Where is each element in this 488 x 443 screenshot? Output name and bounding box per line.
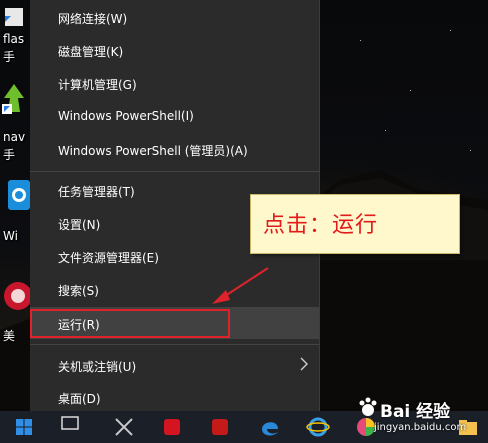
menu-item-powershell-admin[interactable]: Windows PowerShell (管理员)(A) bbox=[30, 133, 319, 165]
menu-item-label: 计算机管理(G) bbox=[58, 78, 137, 92]
menu-item-label: 网络连接(W) bbox=[58, 12, 128, 26]
wi-app-icon bbox=[8, 180, 30, 210]
menu-item-desktop[interactable]: 桌面(D) bbox=[30, 381, 319, 413]
menu-separator bbox=[30, 171, 319, 172]
menu-item-label: 设置(N) bbox=[58, 218, 101, 232]
desktop-icon-label: 美 bbox=[3, 329, 16, 343]
windows-start-icon[interactable] bbox=[12, 415, 36, 439]
task-view-icon[interactable] bbox=[58, 415, 82, 439]
desktop-icon-label: flas bbox=[3, 32, 25, 46]
menu-item-label: 搜索(S) bbox=[58, 284, 99, 298]
ie-icon[interactable] bbox=[306, 415, 330, 439]
baidu-jingyan-watermark: Bai 经验 jingyan.baidu.com bbox=[358, 396, 488, 443]
menu-item-computer-management[interactable]: 计算机管理(G) bbox=[30, 67, 319, 99]
media-app-icon[interactable] bbox=[208, 415, 232, 439]
menu-item-label: Windows PowerShell(I) bbox=[58, 109, 194, 123]
desktop-icon-mei[interactable]: 美 bbox=[0, 276, 30, 346]
desktop-icon-nav[interactable]: nav 手 bbox=[0, 80, 30, 162]
watermark-url: jingyan.baidu.com bbox=[374, 422, 467, 433]
desktop-icon-sublabel: 手 bbox=[3, 50, 16, 64]
desktop-icon-sublabel: 手 bbox=[3, 148, 16, 162]
menu-separator bbox=[30, 344, 319, 345]
menu-item-label: 关机或注销(U) bbox=[58, 360, 137, 374]
desktop-icon-flash[interactable]: flas 手 bbox=[0, 0, 30, 64]
callout-text: 点击：运行 bbox=[263, 213, 379, 238]
menu-item-label: 任务管理器(T) bbox=[58, 185, 135, 199]
desktop-icon-wi[interactable]: Wi bbox=[0, 176, 30, 246]
menu-item-search[interactable]: 搜索(S) bbox=[30, 273, 319, 305]
menu-item-label: 文件资源管理器(E) bbox=[58, 251, 159, 265]
flash-app-icon bbox=[5, 8, 23, 26]
nav-app-icon bbox=[2, 84, 24, 114]
menu-item-disk-management[interactable]: 磁盘管理(K) bbox=[30, 34, 319, 66]
mei-app-icon bbox=[4, 282, 30, 310]
annotation-callout: 点击：运行 bbox=[250, 194, 460, 254]
edge-icon[interactable] bbox=[258, 415, 282, 439]
watermark-brand: Bai 经验 bbox=[380, 402, 451, 422]
menu-item-powershell[interactable]: Windows PowerShell(I) bbox=[30, 100, 319, 132]
desktop-icon-label: Wi bbox=[3, 229, 18, 243]
menu-item-label: Windows PowerShell (管理员)(A) bbox=[58, 144, 248, 158]
menu-item-network-connections[interactable]: 网络连接(W) bbox=[30, 1, 319, 33]
run-highlight-box bbox=[30, 309, 230, 338]
desktop-icon-label: nav bbox=[3, 130, 26, 144]
chevron-right-icon bbox=[300, 357, 308, 371]
menu-item-label: 磁盘管理(K) bbox=[58, 45, 124, 59]
menu-item-label: 桌面(D) bbox=[58, 392, 101, 406]
red-app-icon[interactable] bbox=[160, 415, 184, 439]
tool-icon[interactable] bbox=[112, 415, 136, 439]
menu-item-shutdown-signout[interactable]: 关机或注销(U) bbox=[30, 349, 319, 381]
baidu-paw-icon bbox=[359, 397, 377, 416]
